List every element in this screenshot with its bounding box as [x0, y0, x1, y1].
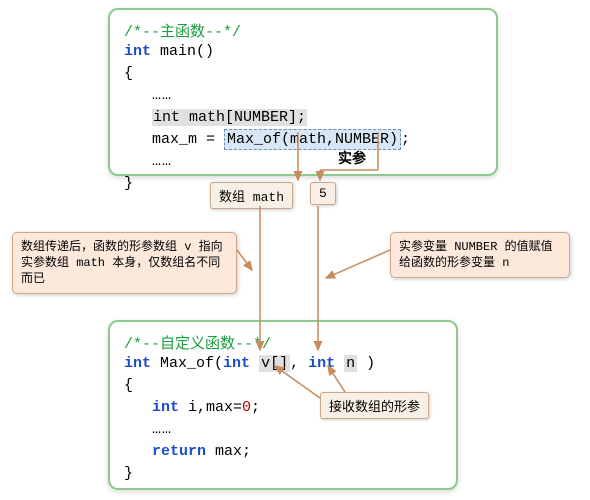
param-n: n — [344, 355, 357, 372]
maxof-dots: …… — [124, 419, 442, 441]
main-dots2: …… — [124, 151, 482, 173]
main-decl: int math[NUMBER]; — [124, 107, 482, 129]
maxof-comment: /*--自定义函数--*/ — [124, 332, 442, 353]
main-function-box: /*--主函数--*/ int main() { …… int math[NUM… — [108, 8, 498, 176]
param-v: v[] — [259, 355, 290, 372]
tag-recv-array: 接收数组的形参 — [320, 392, 429, 419]
decl-highlight: int math[NUMBER]; — [152, 109, 307, 126]
tag-array-math: 数组 math — [210, 182, 293, 209]
tag-number-five: 5 — [310, 182, 336, 205]
main-call: max_m = Max_of(math,NUMBER); — [124, 129, 482, 151]
maxof-sig: int Max_of(int v[], int n ) — [124, 353, 442, 375]
maxof-return: return max; — [124, 441, 442, 463]
main-brace-close: } — [124, 173, 482, 195]
label-actual-param: 实参 — [338, 148, 366, 168]
kw-int: int — [124, 43, 151, 60]
call-highlight: Max_of(math,NUMBER) — [224, 129, 401, 150]
maxof-brace-close: } — [124, 463, 442, 485]
main-line1: int main() — [124, 41, 482, 63]
note-array-pass: 数组传递后，函数的形参数组 v 指向实参数组 math 本身，仅数组名不同而已 — [12, 232, 237, 294]
main-brace-open: { — [124, 63, 482, 85]
main-dots1: …… — [124, 85, 482, 107]
main-comment: /*--主函数--*/ — [124, 20, 482, 41]
note-number-pass: 实参变量 NUMBER 的值赋值给函数的形参变量 n — [390, 232, 570, 278]
